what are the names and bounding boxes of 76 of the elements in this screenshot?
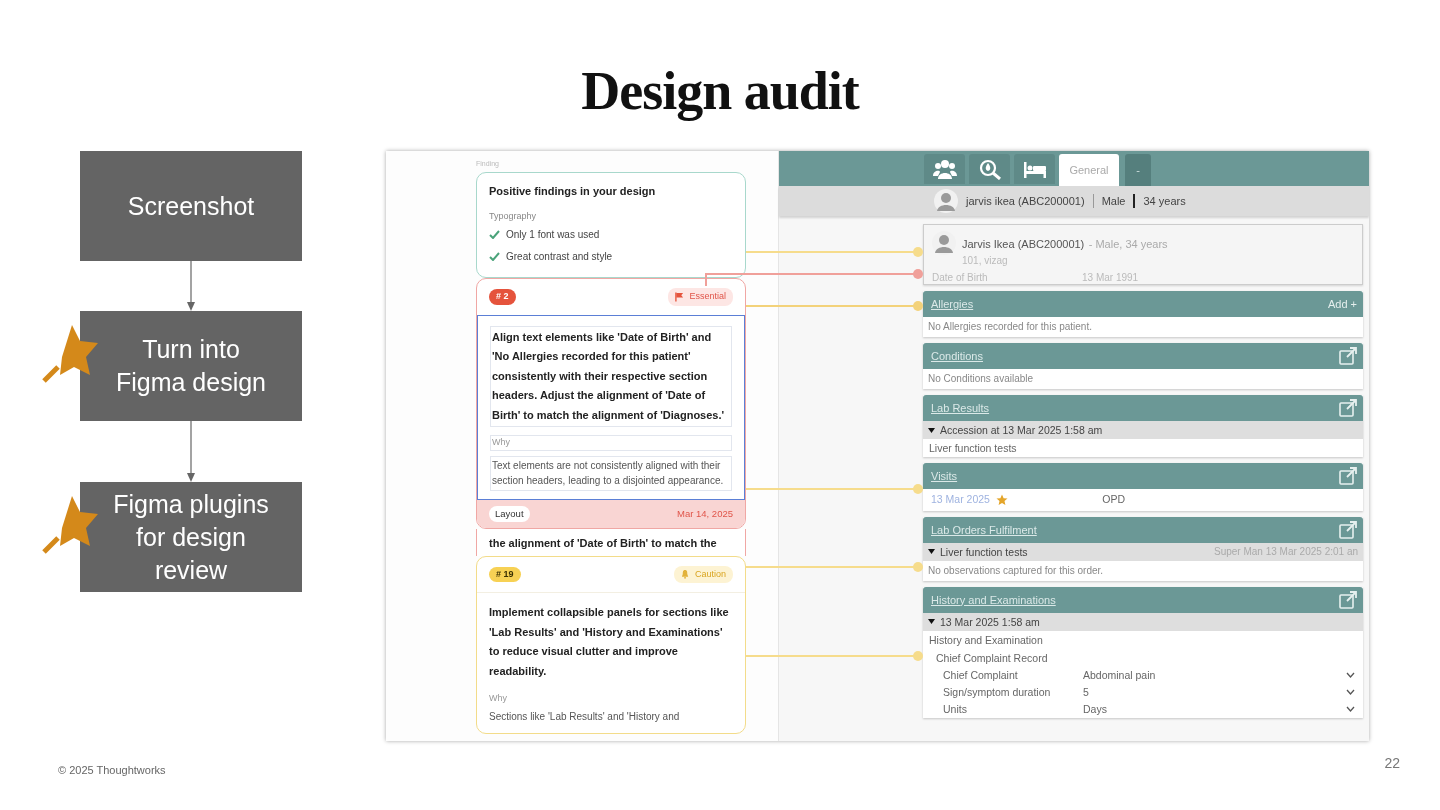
section-title-link[interactable]: Visits <box>931 467 958 485</box>
category-label: Typography <box>489 209 538 223</box>
external-link-icon[interactable] <box>1339 520 1357 539</box>
finding-text: the alignment of 'Date of Birth' to match the <box>476 529 746 556</box>
external-link-icon[interactable] <box>1339 590 1357 609</box>
patient-name: jarvis ikea (ABC200001) <box>966 193 1085 209</box>
flow-step: Screenshot <box>80 151 302 261</box>
check-icon <box>489 230 500 239</box>
field-value: 5 <box>1083 684 1090 700</box>
field-value: Days <box>1083 701 1108 717</box>
copyright-text: © 2025 Thoughtworks <box>58 762 166 778</box>
empty-message: No observations captured for this order. <box>927 563 1105 578</box>
finding-text: Implement collapsible panels for sections like 'Lab Results' and 'History and Examinations' to reduce visual clutter and improve readability. <box>489 605 730 679</box>
chevron-down-icon[interactable] <box>1346 706 1355 713</box>
arrow-icon <box>186 421 196 482</box>
severity-tag: Caution <box>673 565 733 584</box>
arrow-icon <box>186 261 196 311</box>
finding-text: Only 1 font was used <box>506 228 600 242</box>
search-icon <box>977 158 1002 180</box>
group-title: Accession at 13 Mar 2025 1:58 am <box>940 423 1103 437</box>
visit-type: OPD <box>1102 492 1125 507</box>
patient-age: 34 years <box>1143 193 1186 209</box>
tab[interactable]: General <box>1059 154 1119 186</box>
finding-date: Mar 14, 2025 <box>677 506 733 521</box>
section-title-link[interactable]: Conditions <box>931 347 983 365</box>
field-value: 13 Mar 1991 <box>1082 271 1139 285</box>
why-label: Why <box>490 435 732 451</box>
chevron-down-icon[interactable] <box>1346 689 1355 696</box>
page-number: 22 <box>1384 754 1400 773</box>
severity-tag: Essential <box>668 288 733 306</box>
external-link-icon[interactable] <box>1339 399 1357 417</box>
slide-title: Design audit <box>580 60 861 123</box>
field-label: Units <box>943 701 968 717</box>
flag-icon <box>675 291 685 302</box>
finding-number: # 19 <box>489 566 521 583</box>
finding-number: # 2 <box>489 289 516 305</box>
section-title-link[interactable]: Lab Results <box>931 399 990 417</box>
toolbar-button[interactable] <box>924 154 965 184</box>
section-title-link[interactable]: Lab Orders Fulfilment <box>931 521 1037 538</box>
category-tag: Layout <box>489 505 530 523</box>
field-value: Abdominal pain <box>1083 667 1157 683</box>
check-icon <box>489 252 500 261</box>
caret-icon[interactable] <box>928 427 935 433</box>
add-link[interactable]: Add + <box>1327 295 1357 313</box>
field-label: Chief Complaint <box>943 667 1019 683</box>
toolbar-button[interactable] <box>1014 154 1055 184</box>
external-link-icon[interactable] <box>1339 347 1357 365</box>
bell-icon <box>680 569 690 580</box>
empty-message: No Allergies recorded for this patient. <box>927 320 1093 334</box>
external-link-icon[interactable] <box>1339 467 1357 485</box>
patient-summary: - Male, 34 years <box>1088 238 1168 250</box>
group-title: 13 Mar 2025 1:58 am <box>940 614 1040 629</box>
list-item: Chief Complaint Record <box>935 650 1049 666</box>
why-text: Sections like 'Lab Results' and 'History and <box>489 710 681 725</box>
section-title-link[interactable]: Allergies <box>931 295 974 313</box>
section-title-link[interactable]: History and Examinations <box>931 591 1056 608</box>
patient-name: Jarvis Ikea (ABC200001) <box>962 238 1085 250</box>
patient-gender: Male <box>1101 193 1126 209</box>
caret-icon[interactable] <box>928 619 935 625</box>
field-label: Sign/symptom duration <box>943 684 1052 700</box>
tab[interactable]: - <box>1125 154 1151 186</box>
caret-icon[interactable] <box>928 549 935 555</box>
finding-text: Align text elements like 'Date of Birth' and 'No Allergies recorded for this patient' consistently with their respective section headers. Adjust the alignment of 'Date of Birth' to match the alignment of 'Diagnoses.' <box>490 325 732 428</box>
avatar-icon <box>934 189 958 213</box>
why-label: Why <box>489 691 508 705</box>
group-title: Liver function tests <box>940 544 1028 559</box>
visit-date-link[interactable]: 13 Mar 2025 <box>931 492 990 508</box>
finding-text: Great contrast and style <box>506 250 613 264</box>
list-item: Liver function tests <box>928 441 1018 456</box>
chevron-down-icon[interactable] <box>1346 672 1355 679</box>
toolbar-button[interactable] <box>969 154 1010 184</box>
list-item: History and Examination <box>928 632 1044 648</box>
people-icon <box>932 158 957 180</box>
empty-message: No Conditions available <box>927 372 1035 386</box>
why-text: Text elements are not consistently aligned with their section headers, leading to a disjointed appearance. <box>490 455 732 491</box>
card-title: Positive findings in your design <box>489 184 657 199</box>
